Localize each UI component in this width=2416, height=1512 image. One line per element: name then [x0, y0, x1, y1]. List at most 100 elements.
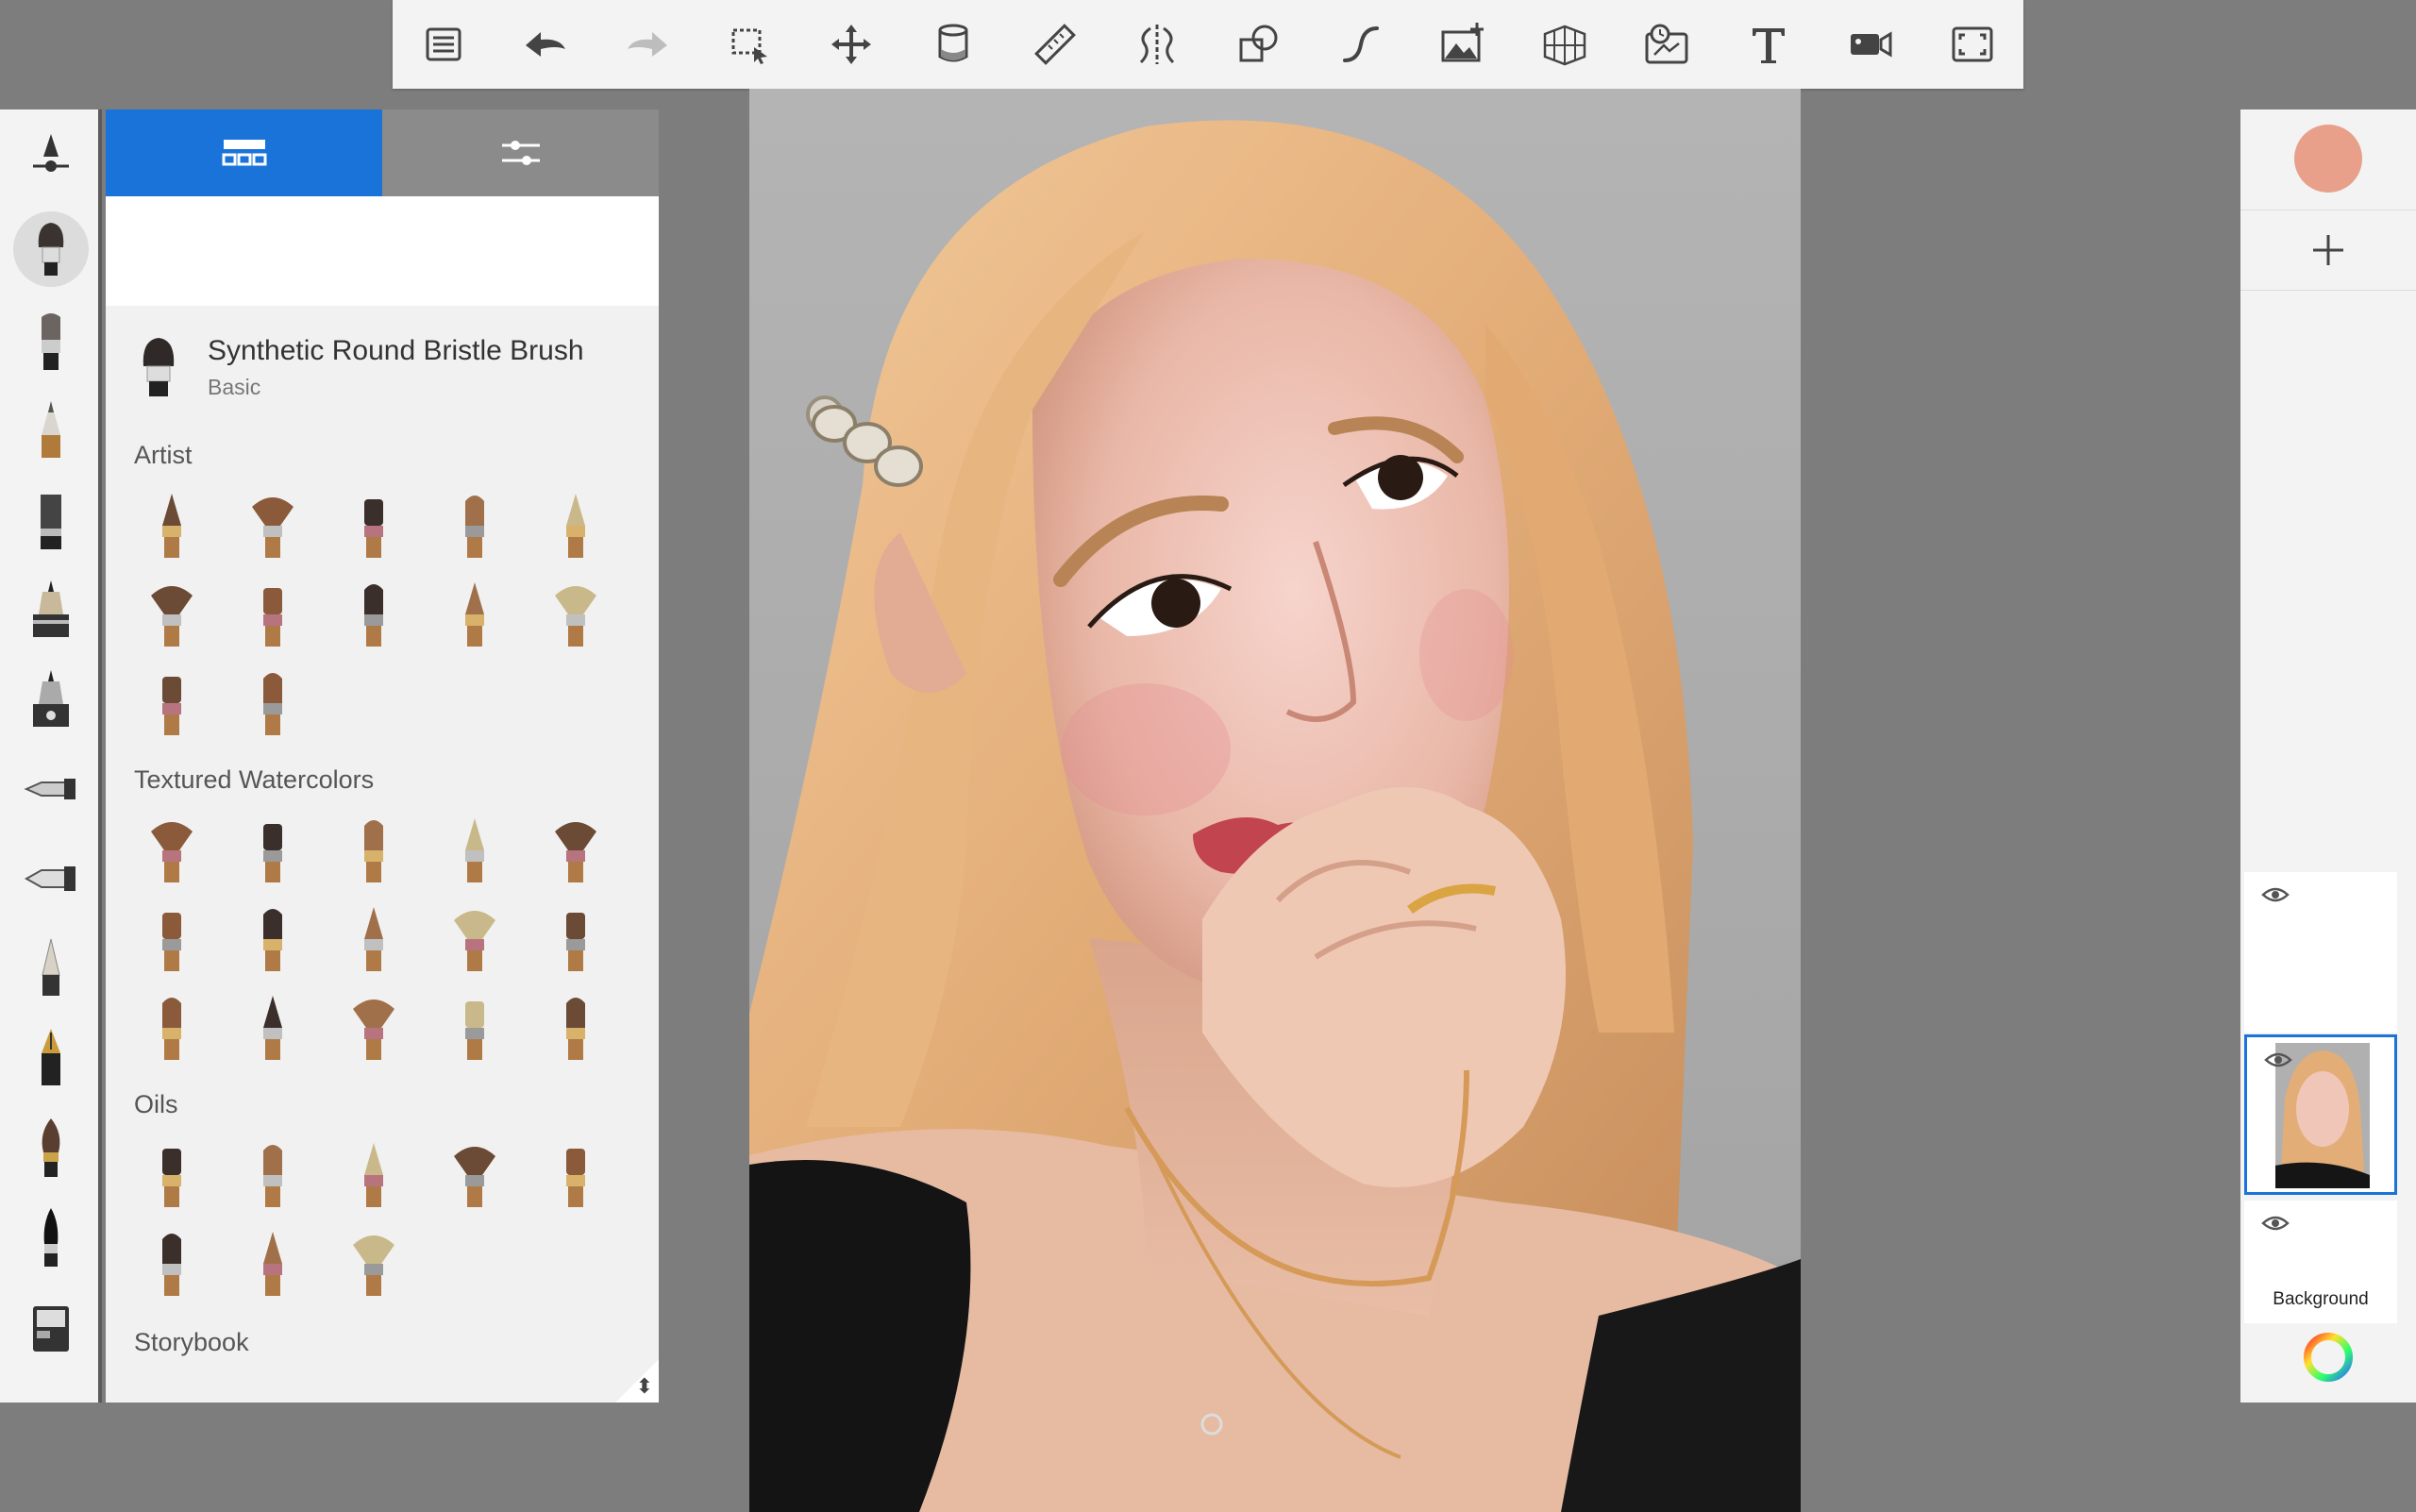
- drawing-canvas[interactable]: [749, 89, 1801, 1512]
- brush-grid-oils: [106, 1131, 659, 1308]
- brush-preset[interactable]: [222, 570, 323, 659]
- brush-preset[interactable]: [424, 895, 525, 983]
- add-layer-button[interactable]: [2240, 210, 2416, 291]
- brush-preset[interactable]: [222, 806, 323, 895]
- brush-preset-icon: [565, 494, 585, 558]
- brush-preset[interactable]: [222, 1131, 323, 1219]
- symmetry-button[interactable]: [1106, 0, 1208, 89]
- transform-button[interactable]: [800, 0, 902, 89]
- brush-preset-icon: [453, 1147, 495, 1207]
- brush-preset[interactable]: [121, 806, 222, 895]
- selection-button[interactable]: [698, 0, 800, 89]
- rail-brush-eraser[interactable]: [13, 1291, 89, 1367]
- brush-preset[interactable]: [222, 895, 323, 983]
- fill-button[interactable]: [902, 0, 1004, 89]
- brush-preset[interactable]: [121, 659, 222, 748]
- color-wheel-icon[interactable]: [2302, 1331, 2355, 1384]
- brush-properties-tab[interactable]: [382, 109, 659, 196]
- ruler-button[interactable]: [1004, 0, 1106, 89]
- brush-preset[interactable]: [121, 1219, 222, 1308]
- brush-preset[interactable]: [222, 983, 323, 1072]
- brush-preset-icon: [363, 1143, 383, 1207]
- brush-preset[interactable]: [323, 481, 424, 570]
- add-image-button[interactable]: [1412, 0, 1514, 89]
- brush-preset[interactable]: [525, 895, 626, 983]
- eye-icon[interactable]: [2264, 1050, 2292, 1069]
- fountain-pen-icon: [42, 1029, 60, 1085]
- eye-icon[interactable]: [2261, 1214, 2290, 1233]
- menu-list-button[interactable]: [393, 0, 495, 89]
- text-button[interactable]: [1718, 0, 1820, 89]
- brush-preset[interactable]: [525, 570, 626, 659]
- rail-brush-pencil[interactable]: [13, 393, 89, 468]
- airbrush-icon: [33, 580, 69, 637]
- brush-settings-rail-button[interactable]: [13, 119, 89, 194]
- shapes-button[interactable]: [1208, 0, 1310, 89]
- brush-preset[interactable]: [121, 1131, 222, 1219]
- pencil-brush-icon: [42, 401, 60, 458]
- perspective-grid-icon: [1543, 25, 1586, 66]
- brush-library-tab[interactable]: [106, 109, 382, 196]
- rail-brush-pen[interactable]: [13, 1020, 89, 1096]
- calligraphy-brush-icon: [43, 1208, 59, 1267]
- undo-button[interactable]: [495, 0, 596, 89]
- brush-preset[interactable]: [323, 806, 424, 895]
- rail-brush-calligraphy[interactable]: [13, 1200, 89, 1275]
- brush-preset-icon: [565, 1149, 585, 1207]
- brush-preset[interactable]: [323, 895, 424, 983]
- perspective-button[interactable]: [1514, 0, 1616, 89]
- brush-preset-icon: [363, 499, 383, 558]
- layer-background-label: Background: [2273, 1289, 2369, 1309]
- brush-library-icon: [222, 140, 266, 166]
- brush-preset[interactable]: [424, 1131, 525, 1219]
- rail-brush-flat[interactable]: [13, 303, 89, 378]
- brush-preset[interactable]: [323, 570, 424, 659]
- brush-preset-icon: [161, 677, 181, 735]
- record-button[interactable]: [1820, 0, 1921, 89]
- brush-preset[interactable]: [424, 806, 525, 895]
- brush-preset[interactable]: [222, 1219, 323, 1308]
- rail-brush-round-bristle[interactable]: [13, 211, 89, 287]
- rail-brush-ink[interactable]: [13, 931, 89, 1006]
- brush-preset[interactable]: [525, 481, 626, 570]
- brush-preset[interactable]: [323, 983, 424, 1072]
- brush-preset[interactable]: [121, 895, 222, 983]
- stroke-button[interactable]: [1310, 0, 1412, 89]
- rail-brush-paint[interactable]: [13, 1110, 89, 1185]
- rail-brush-airbrush[interactable]: [13, 572, 89, 647]
- eye-icon[interactable]: [2261, 885, 2290, 904]
- brush-preset[interactable]: [525, 1131, 626, 1219]
- rail-brush-marker[interactable]: [13, 482, 89, 558]
- layer-1[interactable]: [2244, 872, 2397, 1033]
- current-color-swatch[interactable]: [2294, 125, 2362, 193]
- brush-preset-icon: [565, 998, 585, 1060]
- rail-brush-airbrush-2[interactable]: [13, 662, 89, 737]
- brush-preset[interactable]: [525, 806, 626, 895]
- brush-preset-icon: [352, 1235, 394, 1296]
- brush-preset-icon: [150, 822, 193, 882]
- brush-preset[interactable]: [424, 481, 525, 570]
- layer-2-selected[interactable]: [2244, 1034, 2397, 1195]
- brush-preset[interactable]: [121, 983, 222, 1072]
- brush-stroke-preview: [106, 196, 659, 306]
- blur-tool-icon: [24, 866, 76, 891]
- layer-background[interactable]: Background: [2244, 1201, 2397, 1323]
- time-lapse-button[interactable]: [1616, 0, 1718, 89]
- brush-preset[interactable]: [121, 481, 222, 570]
- panel-resize-handle[interactable]: ⬍: [615, 1359, 659, 1403]
- redo-button[interactable]: [596, 0, 698, 89]
- brush-preset[interactable]: [525, 983, 626, 1072]
- rail-brush-smudge[interactable]: [13, 751, 89, 827]
- move-icon: [831, 25, 871, 64]
- brush-preset[interactable]: [222, 659, 323, 748]
- image-add-icon: [1441, 23, 1484, 62]
- brush-preset[interactable]: [222, 481, 323, 570]
- rail-brush-blur[interactable]: [13, 841, 89, 916]
- brush-preset[interactable]: [424, 570, 525, 659]
- brush-preset[interactable]: [323, 1219, 424, 1308]
- brush-preset[interactable]: [121, 570, 222, 659]
- fullscreen-button[interactable]: [1921, 0, 2023, 89]
- brush-preset[interactable]: [424, 983, 525, 1072]
- brush-settings-icon: [33, 134, 69, 172]
- brush-preset[interactable]: [323, 1131, 424, 1219]
